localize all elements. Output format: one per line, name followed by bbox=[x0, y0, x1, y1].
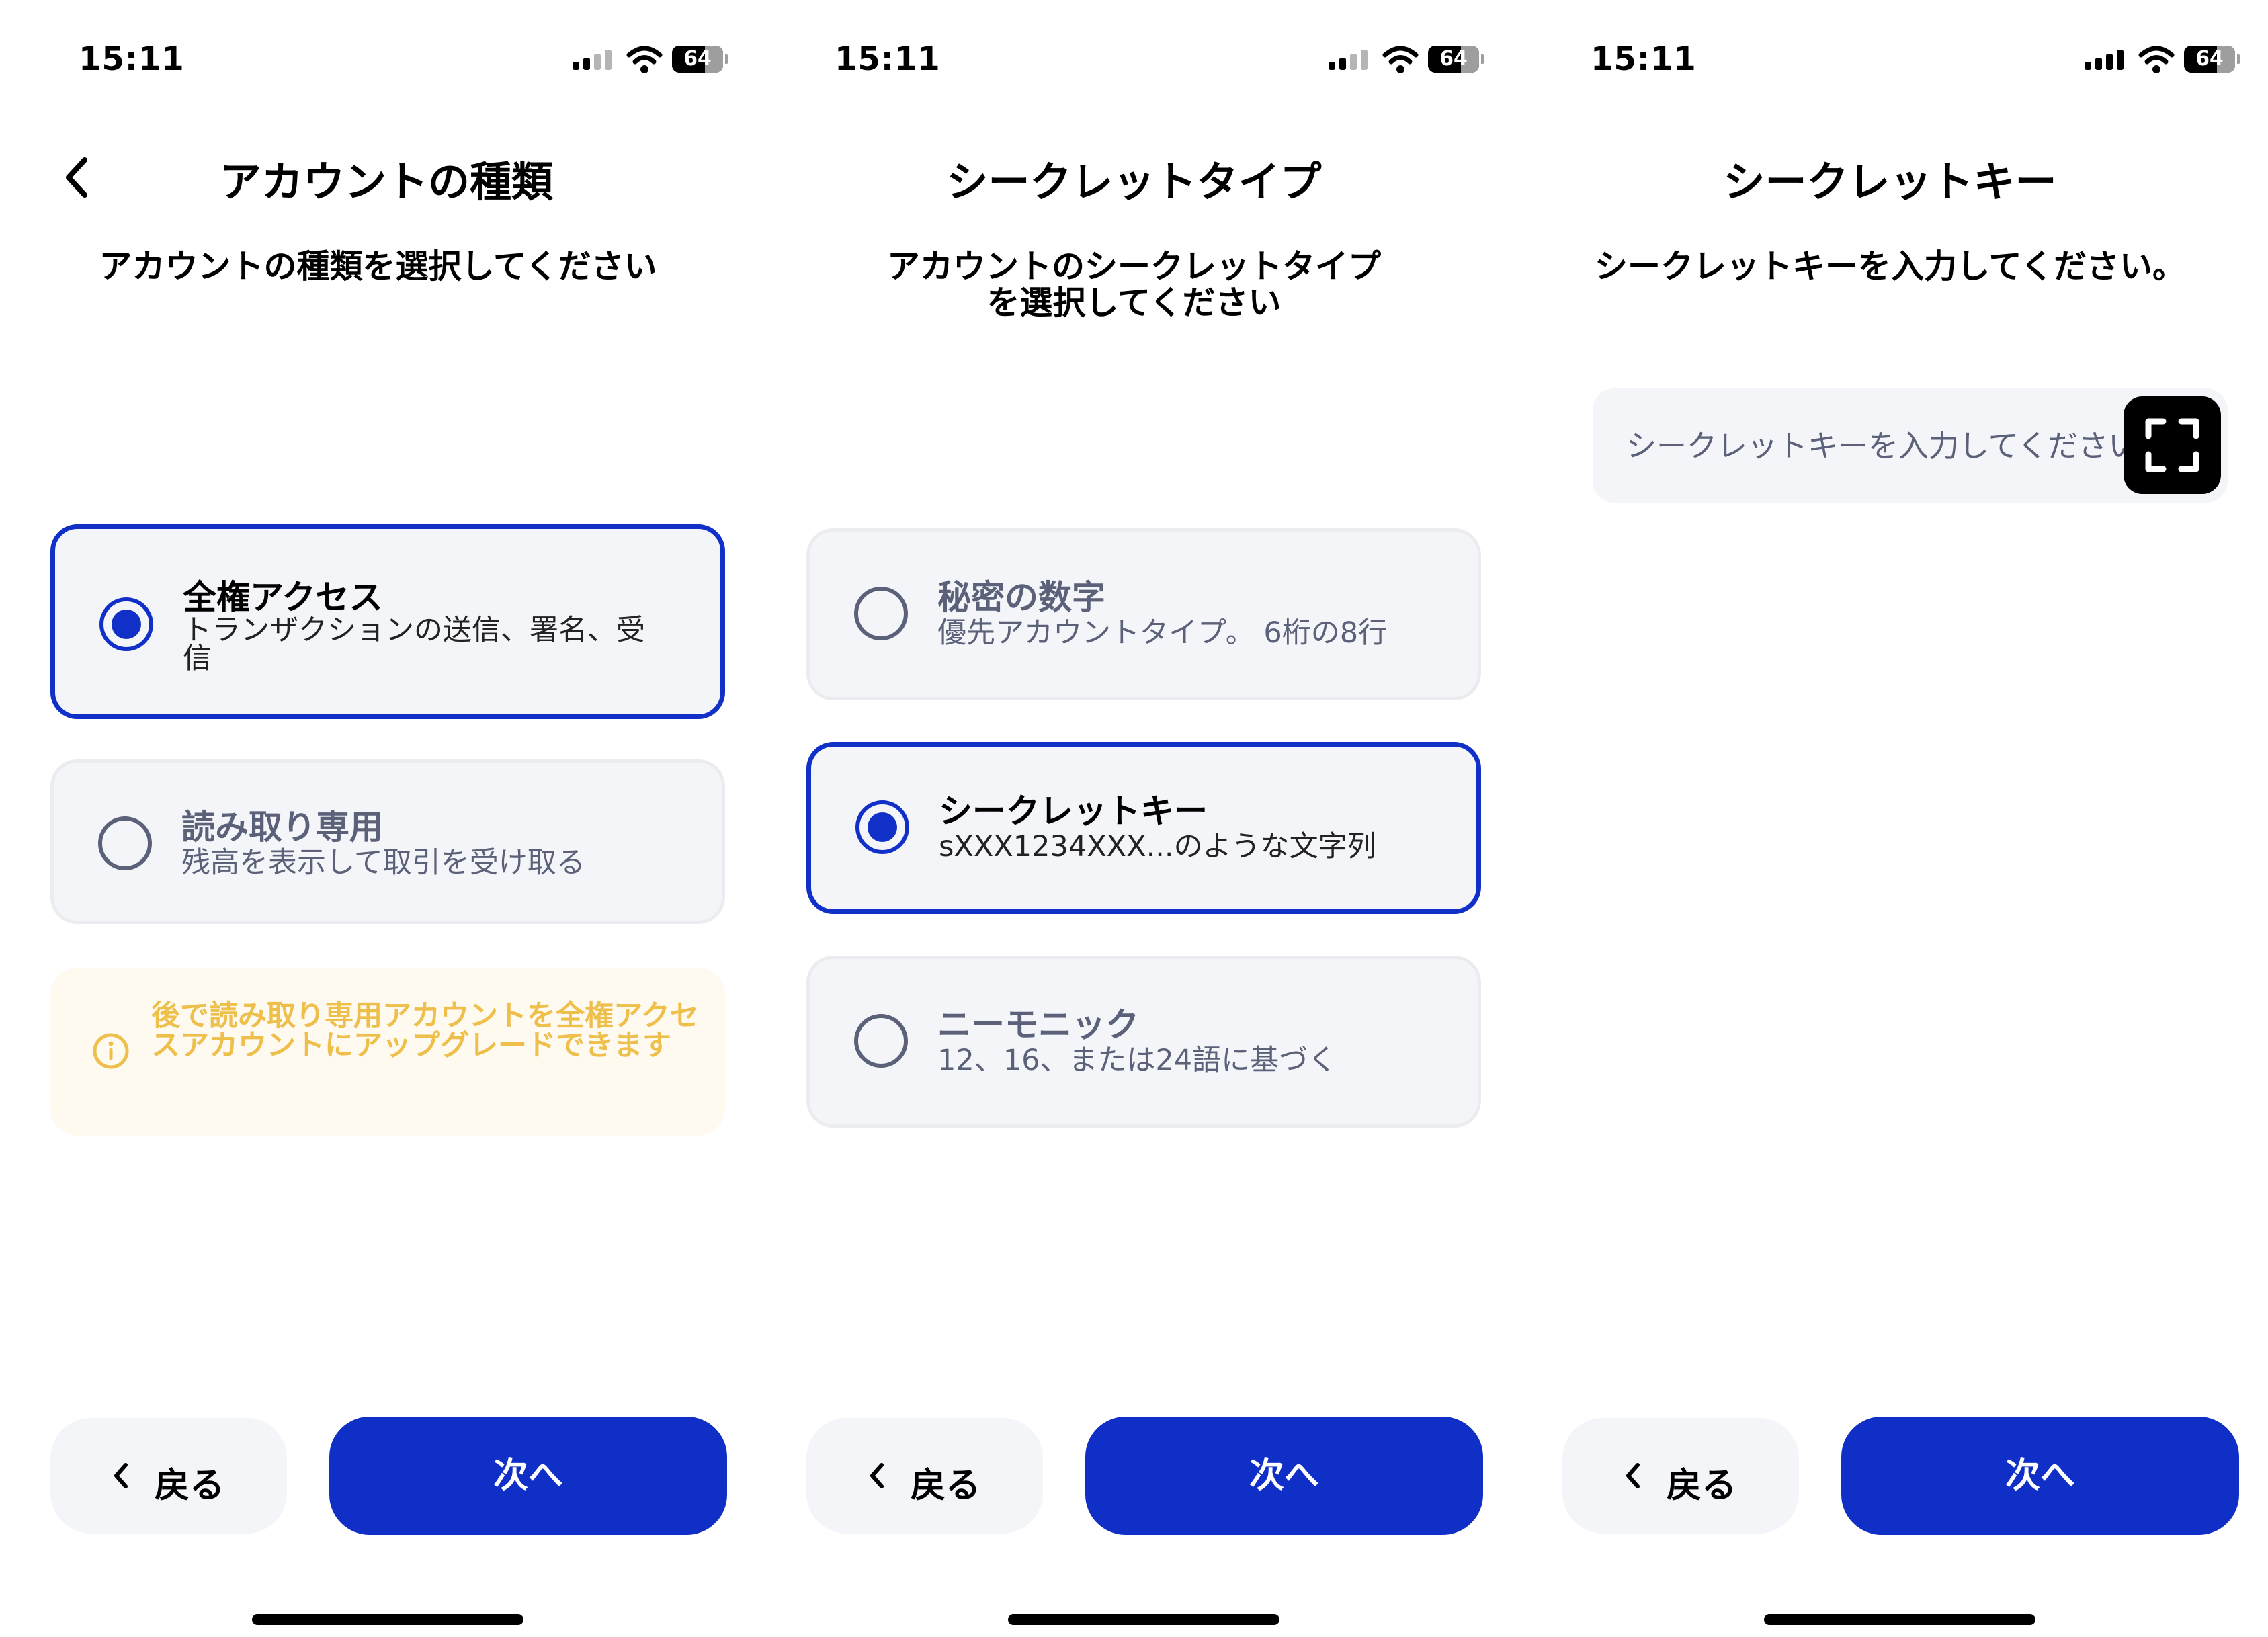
secret-key-screen: 15:11 64 シークレットキー シークレットキーを入力してください。 シーク… bbox=[1512, 0, 2268, 1637]
back-button-label: 戻る bbox=[911, 1466, 981, 1506]
next-button-label: 次へ bbox=[1249, 1456, 1319, 1496]
cellular-signal-icon bbox=[2085, 50, 2124, 70]
next-button[interactable]: 次へ bbox=[1085, 1417, 1483, 1535]
next-button[interactable]: 次へ bbox=[329, 1417, 727, 1535]
battery-level: 64 bbox=[1439, 47, 1468, 71]
wifi-icon bbox=[1382, 46, 1419, 73]
option-description: 優先アカウントタイプ。 6桁の8行 bbox=[937, 616, 1388, 650]
back-button[interactable]: 戻る bbox=[1562, 1418, 1799, 1534]
secret-key-input[interactable] bbox=[1593, 388, 2124, 503]
next-button-label: 次へ bbox=[2005, 1456, 2075, 1496]
page-subtitle: シークレットキーを入力してください。 bbox=[1594, 247, 2186, 286]
next-button[interactable]: 次へ bbox=[1841, 1417, 2239, 1535]
option-description: 残高を表示して取引を受け取る bbox=[181, 846, 585, 880]
secret-type-screen: 15:11 64 シークレットタイプ アカウントのシークレットタイプを選択してく… bbox=[756, 0, 1512, 1637]
option-full-access[interactable]: 全権アクセス トランザクションの送信、署名、受信 bbox=[50, 524, 725, 719]
page-subtitle: アカウントのシークレットタイプを選択してください bbox=[886, 247, 1381, 322]
radio-unselected[interactable] bbox=[98, 816, 152, 870]
notice-text: 後で読み取り専用アカウントを全権アクセスアカウントにアップグレードできます bbox=[151, 999, 699, 1062]
option-title: 全権アクセス bbox=[183, 578, 383, 617]
option-read-only[interactable]: 読み取り専用 残高を表示して取引を受け取る bbox=[50, 759, 725, 924]
back-button-label: 戻る bbox=[1667, 1466, 1737, 1506]
battery-icon: 64 bbox=[2184, 46, 2240, 73]
back-button[interactable]: 戻る bbox=[806, 1418, 1043, 1534]
page-title: シークレットタイプ bbox=[946, 157, 1322, 206]
option-title: 秘密の数字 bbox=[937, 578, 1105, 617]
radio-selected[interactable] bbox=[855, 800, 909, 854]
info-icon bbox=[93, 1033, 129, 1069]
option-description: トランザクションの送信、署名、受信 bbox=[183, 614, 645, 675]
option-secret-numbers[interactable]: 秘密の数字 優先アカウントタイプ。 6桁の8行 bbox=[806, 528, 1481, 700]
home-indicator bbox=[1008, 1614, 1279, 1625]
page-title: アカウントの種類 bbox=[219, 157, 553, 206]
option-title: ニーモニック bbox=[937, 1005, 1139, 1044]
chevron-left-icon bbox=[114, 1463, 128, 1488]
home-indicator bbox=[252, 1614, 523, 1625]
status-time: 15:11 bbox=[79, 40, 185, 78]
battery-icon: 64 bbox=[1428, 46, 1484, 73]
option-description: 12、16、または24語に基づく bbox=[937, 1044, 1337, 1077]
status-time: 15:11 bbox=[835, 40, 941, 78]
page-title: シークレットキー bbox=[1723, 157, 2057, 206]
radio-unselected[interactable] bbox=[854, 1014, 908, 1068]
wifi-icon bbox=[626, 46, 663, 73]
option-title: シークレットキー bbox=[939, 792, 1208, 831]
home-indicator bbox=[1764, 1614, 2035, 1625]
back-button-label: 戻る bbox=[155, 1466, 225, 1506]
account-type-screen: 15:11 64 アカウントの種類 アカウントの種類を選択してください 全権アク… bbox=[0, 0, 756, 1637]
status-bar: 15:11 64 bbox=[756, 0, 1512, 101]
status-time: 15:11 bbox=[1591, 40, 1697, 78]
cellular-signal-icon bbox=[1329, 50, 1368, 70]
option-secret-key[interactable]: シークレットキー sXXX1234XXX...のような文字列 bbox=[806, 742, 1481, 914]
battery-level: 64 bbox=[683, 47, 712, 71]
status-bar: 15:11 64 bbox=[1512, 0, 2268, 101]
option-description: sXXX1234XXX...のような文字列 bbox=[939, 830, 1376, 864]
wifi-icon bbox=[2138, 46, 2175, 73]
scan-button[interactable] bbox=[2124, 396, 2221, 494]
page-subtitle: アカウントの種類を選択してください bbox=[99, 247, 657, 286]
app-page: 15:11 64 アカウントの種類 アカウントの種類を選択してください 全権アク… bbox=[0, 0, 2268, 1637]
battery-icon: 64 bbox=[672, 46, 728, 73]
radio-selected[interactable] bbox=[99, 597, 153, 651]
cellular-signal-icon bbox=[573, 50, 612, 70]
back-button[interactable]: 戻る bbox=[50, 1418, 287, 1534]
radio-unselected[interactable] bbox=[854, 587, 908, 640]
option-title: 読み取り専用 bbox=[181, 808, 383, 847]
chevron-left-icon bbox=[1626, 1463, 1640, 1488]
battery-level: 64 bbox=[2195, 47, 2224, 71]
next-button-label: 次へ bbox=[493, 1456, 563, 1496]
scan-qr-icon bbox=[2145, 418, 2199, 472]
status-bar: 15:11 64 bbox=[0, 0, 756, 101]
chevron-left-icon bbox=[870, 1463, 884, 1488]
option-mnemonic[interactable]: ニーモニック 12、16、または24語に基づく bbox=[806, 956, 1481, 1128]
upgrade-notice: 後で読み取り専用アカウントを全権アクセスアカウントにアップグレードできます bbox=[50, 968, 725, 1136]
